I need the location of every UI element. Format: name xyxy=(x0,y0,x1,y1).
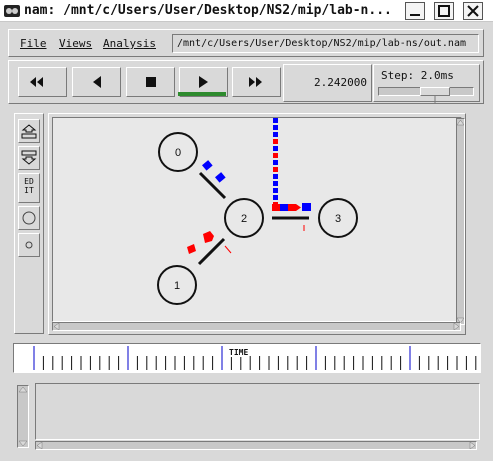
node-2[interactable]: 2 xyxy=(224,198,264,238)
node-0-label: 0 xyxy=(175,147,181,159)
canvas-vertical-scrollbar[interactable] xyxy=(456,118,465,325)
node-1-label: 1 xyxy=(174,280,180,292)
rewind-icon xyxy=(30,77,43,87)
play-active-indicator xyxy=(178,92,226,96)
window-title: nam: /mnt/c/Users/User/Desktop/NS2/mip/l… xyxy=(24,3,392,18)
node-3[interactable]: 3 xyxy=(318,198,358,238)
node-size-large-button[interactable] xyxy=(18,206,40,230)
canvas-frame: 0 1 2 3 xyxy=(48,113,466,335)
title-bar[interactable]: nam: /mnt/c/Users/User/Desktop/NS2/mip/l… xyxy=(0,0,493,22)
time-marker[interactable]: TIME xyxy=(229,348,249,357)
circle-large-icon xyxy=(22,211,36,225)
menu-file[interactable]: File xyxy=(20,37,47,50)
node-3-label: 3 xyxy=(335,213,341,225)
zoom-out-icon xyxy=(21,150,37,165)
edit-toolbar: ED IT xyxy=(14,113,44,334)
step-label: Step: 2.0ms xyxy=(381,69,454,82)
packet-stream-vertical xyxy=(273,118,278,207)
step-slider-thumb[interactable] xyxy=(420,87,450,103)
menu-analysis[interactable]: Analysis xyxy=(103,37,156,50)
zoom-out-button[interactable] xyxy=(18,146,40,170)
annotation-horizontal-scrollbar[interactable] xyxy=(35,441,477,450)
fast-forward-icon xyxy=(249,77,262,87)
app-icon xyxy=(3,2,21,20)
menu-views[interactable]: Views xyxy=(59,37,92,50)
annotation-panel[interactable] xyxy=(35,383,480,440)
node-size-small-button[interactable] xyxy=(18,233,40,257)
rewind-button[interactable] xyxy=(18,67,67,97)
menu-file-label: File xyxy=(20,37,47,50)
stop-button[interactable] xyxy=(126,67,175,97)
step-back-icon xyxy=(93,76,101,88)
edit-button[interactable]: ED IT xyxy=(18,173,40,203)
network-canvas[interactable]: 0 1 2 3 xyxy=(52,117,462,322)
circle-small-icon xyxy=(25,241,33,249)
annotation-vertical-scrollbar[interactable] xyxy=(17,385,29,448)
menu-bar: File Views Analysis /mnt/c/Users/User/De… xyxy=(8,29,484,57)
link-1-2 xyxy=(197,237,226,266)
edit-label: ED IT xyxy=(19,174,39,195)
canvas-horizontal-scrollbar[interactable] xyxy=(52,322,461,331)
packets-link-1-2 xyxy=(187,231,232,254)
node-0[interactable]: 0 xyxy=(158,132,198,172)
stop-icon xyxy=(146,77,156,87)
fast-forward-button[interactable] xyxy=(232,67,281,97)
edit-label-top: ED xyxy=(24,177,34,186)
menu-views-label: Views xyxy=(59,37,93,50)
close-button[interactable] xyxy=(463,2,483,20)
minimize-button[interactable] xyxy=(405,2,425,20)
node-2-label: 2 xyxy=(241,213,247,225)
network-topology: 0 1 2 3 xyxy=(157,118,358,305)
menu-analysis-label: Analysis xyxy=(103,37,156,50)
zoom-in-icon xyxy=(21,124,37,139)
edit-label-bottom: IT xyxy=(24,186,34,195)
maximize-button[interactable] xyxy=(434,2,454,20)
node-1[interactable]: 1 xyxy=(157,265,197,305)
step-back-button[interactable] xyxy=(72,67,121,97)
file-path-display: /mnt/c/Users/User/Desktop/NS2/mip/lab-ns… xyxy=(172,34,479,53)
current-time: 2.242000 xyxy=(283,64,372,102)
step-slider[interactable] xyxy=(378,87,474,103)
zoom-in-button[interactable] xyxy=(18,119,40,143)
step-control: Step: 2.0ms xyxy=(373,64,480,103)
